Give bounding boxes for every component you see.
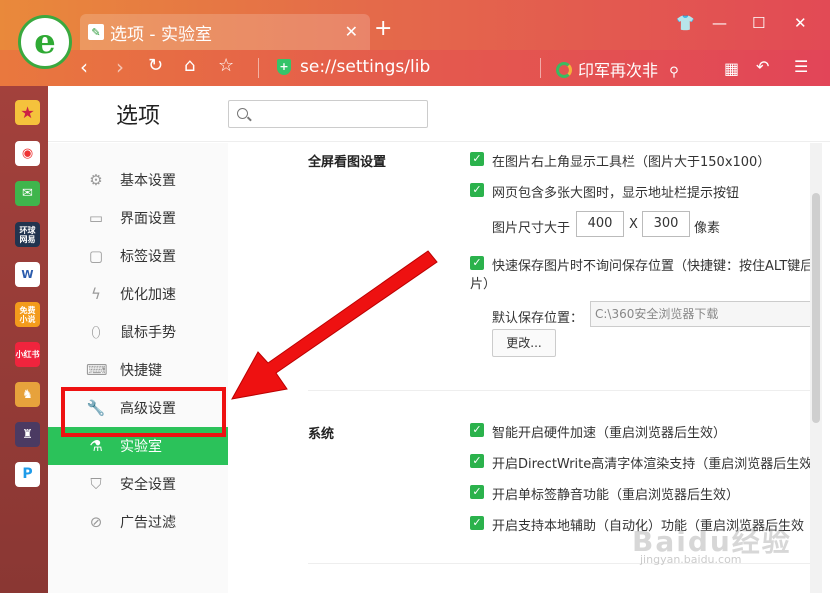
flask-icon: ⚗ bbox=[89, 437, 103, 455]
settings-page: 选项 ⚙ 基本设置 ▭ 界面设置 ▢ 标签设置 ϟ 优化加速 ⬯ 鼠标手势 ⌨ … bbox=[48, 86, 830, 593]
option-quick-save-label: 快速保存图片时不询问保存位置（快捷键：按住ALT键后 bbox=[492, 259, 810, 274]
option-quick-save-label-cont: 片） bbox=[470, 277, 497, 292]
wrench-tab-icon: ✎ bbox=[88, 24, 104, 40]
minimize-icon[interactable]: — bbox=[712, 14, 727, 32]
sidebar-item-label: 鼠标手势 bbox=[120, 325, 176, 341]
sidebar-item-label: 界面设置 bbox=[120, 211, 176, 227]
sidebar-item-mouse-gesture[interactable]: ⬯ 鼠标手势 bbox=[48, 313, 228, 351]
sidebar-item-security[interactable]: ⛉ 安全设置 bbox=[48, 465, 228, 503]
game-icon[interactable]: ♞ bbox=[15, 382, 40, 407]
menu-icon[interactable]: ☰ bbox=[794, 57, 808, 76]
sidebar-item-tabs[interactable]: ▢ 标签设置 bbox=[48, 237, 228, 275]
skin-icon[interactable]: 👕 bbox=[676, 14, 695, 32]
divider bbox=[540, 58, 541, 78]
checkbox-directwrite[interactable]: ✓ bbox=[470, 454, 484, 468]
tab-settings-lab[interactable]: ✎ 选项 - 实验室 ✕ bbox=[80, 14, 370, 50]
sidebar-item-interface[interactable]: ▭ 界面设置 bbox=[48, 199, 228, 237]
tab-icon: ▢ bbox=[88, 247, 104, 265]
keyboard-icon: ⌨ bbox=[86, 361, 108, 379]
home-icon[interactable]: ⌂ bbox=[184, 55, 195, 76]
weibo-icon[interactable]: ◉ bbox=[15, 141, 40, 166]
checkbox-accessibility[interactable]: ✓ bbox=[470, 516, 484, 530]
block-icon: ⊘ bbox=[89, 513, 103, 531]
gear-icon: ⚙ bbox=[89, 171, 103, 189]
sidebar-item-label: 标签设置 bbox=[120, 249, 176, 265]
highlight-box bbox=[61, 387, 226, 437]
refresh-icon[interactable]: ↻ bbox=[148, 55, 163, 76]
p-app-icon[interactable]: P bbox=[15, 462, 40, 487]
window-icon: ▭ bbox=[88, 209, 104, 227]
checkbox-quick-save[interactable]: ✓ bbox=[470, 256, 484, 270]
watermark-site: jingyan.baidu.com bbox=[640, 553, 742, 566]
save-path-input[interactable]: C:\360安全浏览器下载 bbox=[590, 301, 810, 327]
save-location-label: 默认保存位置： bbox=[492, 311, 584, 326]
section-divider bbox=[308, 390, 810, 391]
sidebar-item-basic[interactable]: ⚙ 基本设置 bbox=[48, 161, 228, 199]
option-addressbar-hint-label: 网页包含多张大图时，显示地址栏提示按钮 bbox=[492, 186, 740, 201]
sidebar-item-label: 优化加速 bbox=[120, 287, 176, 303]
search-engine-icon bbox=[556, 62, 572, 78]
sidebar-item-label: 广告过滤 bbox=[120, 515, 176, 531]
sidebar-item-label: 基本设置 bbox=[120, 173, 176, 189]
close-tab-icon[interactable]: ✕ bbox=[345, 22, 358, 41]
undo-icon[interactable]: ↶ bbox=[756, 57, 769, 76]
magnifier-icon[interactable]: ⚲ bbox=[669, 65, 679, 80]
search-icon bbox=[237, 108, 248, 119]
maximize-icon[interactable]: ☐ bbox=[752, 14, 765, 32]
news-app-icon[interactable]: 环球 网易 bbox=[15, 222, 40, 247]
checkbox-toolbar[interactable]: ✓ bbox=[470, 152, 484, 166]
change-path-button[interactable]: 更改... bbox=[492, 329, 556, 357]
lightning-icon: ϟ bbox=[91, 285, 101, 303]
section-title-fullscreen: 全屏看图设置 bbox=[308, 155, 387, 170]
image-height-input[interactable]: 300 bbox=[642, 211, 690, 237]
scrollbar-thumb[interactable] bbox=[812, 193, 820, 423]
secure-shield-icon: + bbox=[277, 59, 291, 75]
checkbox-hardware-accel[interactable]: ✓ bbox=[470, 423, 484, 437]
checkbox-addressbar-hint[interactable]: ✓ bbox=[470, 183, 484, 197]
size-unit-label: 像素 bbox=[694, 221, 721, 236]
section-title-system: 系统 bbox=[308, 427, 335, 442]
address-bar: ‹ › ↻ ⌂ ☆ + se://settings/lib 印军再次非 ⚲ ▦ … bbox=[0, 50, 830, 86]
size-separator: X bbox=[629, 217, 638, 232]
word-doc-icon[interactable]: W bbox=[15, 262, 40, 287]
settings-header: 选项 bbox=[48, 86, 830, 142]
sidebar-item-label: 实验室 bbox=[120, 439, 162, 455]
option-hardware-accel-label: 智能开启硬件加速（重启浏览器后生效） bbox=[492, 426, 727, 441]
sidebar-item-label: 快捷键 bbox=[120, 363, 162, 379]
back-icon[interactable]: ‹ bbox=[80, 55, 88, 79]
option-directwrite-label: 开启DirectWrite高清字体渲染支持（重启浏览器后生效 bbox=[492, 457, 810, 472]
settings-sidebar: ⚙ 基本设置 ▭ 界面设置 ▢ 标签设置 ϟ 优化加速 ⬯ 鼠标手势 ⌨ 快捷键… bbox=[48, 143, 228, 593]
divider bbox=[258, 58, 259, 78]
forward-icon[interactable]: › bbox=[116, 55, 124, 79]
sidebar-item-optimize[interactable]: ϟ 优化加速 bbox=[48, 275, 228, 313]
search-suggestion[interactable]: 印军再次非 ⚲ bbox=[556, 57, 679, 81]
sidebar-item-label: 安全设置 bbox=[120, 477, 176, 493]
settings-search-input[interactable] bbox=[228, 100, 428, 128]
xiaohongshu-icon[interactable]: 小红书 bbox=[15, 342, 40, 367]
sidebar-item-adblock[interactable]: ⊘ 广告过滤 bbox=[48, 503, 228, 541]
game2-icon[interactable]: ♜ bbox=[15, 422, 40, 447]
content-scrollbar[interactable] bbox=[810, 143, 822, 593]
apps-grid-icon[interactable]: ▦ bbox=[724, 59, 739, 78]
sidebar-dock: ★ ◉ ✉ 环球 网易 W 免费 小说 小红书 ♞ ♜ P bbox=[0, 86, 48, 593]
novel-app-icon[interactable]: 免费 小说 bbox=[15, 302, 40, 327]
image-width-input[interactable]: 400 bbox=[576, 211, 624, 237]
image-size-label: 图片尺寸大于 bbox=[492, 221, 571, 236]
sidebar-item-shortcuts[interactable]: ⌨ 快捷键 bbox=[48, 351, 228, 389]
mail-icon[interactable]: ✉ bbox=[15, 181, 40, 206]
option-tab-mute-label: 开启单标签静音功能（重启浏览器后生效） bbox=[492, 488, 740, 503]
new-tab-button[interactable]: + bbox=[374, 16, 392, 41]
checkbox-tab-mute[interactable]: ✓ bbox=[470, 485, 484, 499]
mouse-icon: ⬯ bbox=[91, 323, 101, 341]
option-toolbar-label: 在图片右上角显示工具栏（图片大于150x100） bbox=[492, 155, 771, 170]
title-bar: ✎ 选项 - 实验室 ✕ + 👕 — ☐ ✕ bbox=[0, 0, 830, 50]
favorites-star-icon[interactable]: ★ bbox=[15, 100, 40, 125]
close-window-icon[interactable]: ✕ bbox=[794, 14, 807, 32]
shield-icon: ⛉ bbox=[90, 475, 102, 493]
tab-title: 选项 - 实验室 bbox=[110, 24, 212, 45]
browser-logo[interactable]: e bbox=[18, 15, 72, 69]
favorite-star-icon[interactable]: ☆ bbox=[218, 55, 234, 76]
url-input[interactable]: se://settings/lib bbox=[300, 57, 430, 77]
page-title: 选项 bbox=[116, 104, 161, 129]
